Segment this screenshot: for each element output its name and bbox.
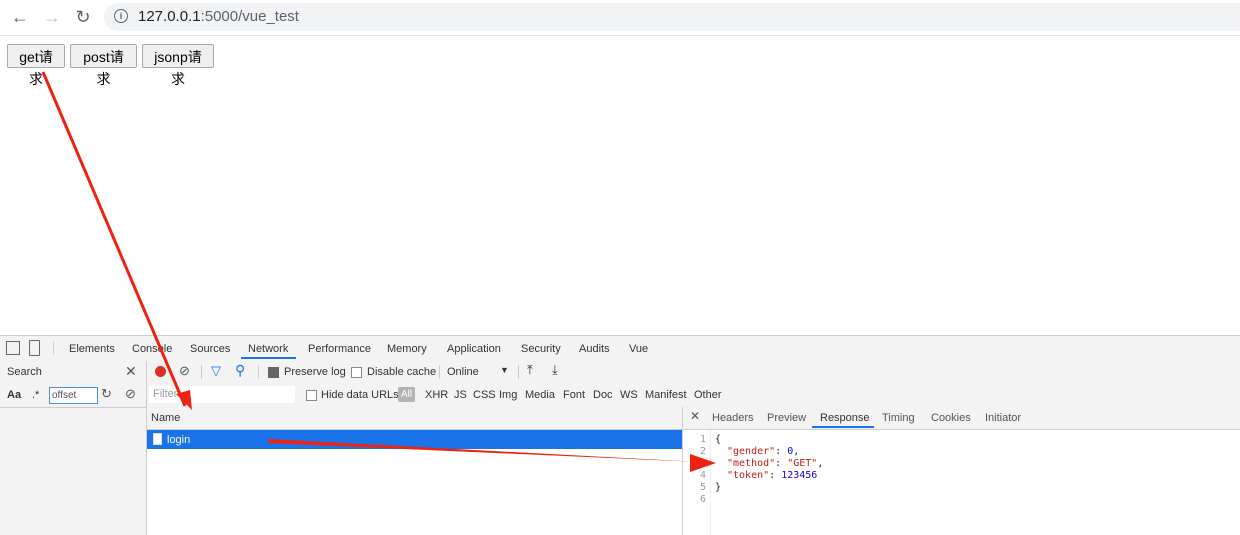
response-line-2: "gender": 0, bbox=[727, 446, 800, 457]
json-close-brace: } bbox=[715, 482, 722, 493]
tab-application[interactable]: Application bbox=[447, 343, 501, 355]
tab-network[interactable]: Network bbox=[248, 343, 288, 355]
response-line-1: { bbox=[715, 434, 721, 445]
refresh-icon[interactable]: ↻ bbox=[101, 386, 112, 402]
filter-type-xhr[interactable]: XHR bbox=[425, 389, 448, 401]
tab-console[interactable]: Console bbox=[132, 343, 172, 355]
clear-log-icon[interactable]: ⊘ bbox=[179, 363, 190, 379]
match-case-button[interactable]: Aa bbox=[7, 389, 21, 401]
request-name[interactable]: login bbox=[167, 434, 190, 446]
url-text[interactable]: 127.0.0.1:5000/vue_test bbox=[138, 8, 299, 25]
request-row[interactable] bbox=[147, 430, 682, 449]
active-tab-indicator bbox=[241, 357, 296, 359]
throttle-select[interactable]: Online bbox=[447, 366, 479, 378]
filter-type-font[interactable]: Font bbox=[563, 389, 585, 401]
json-key: "token" bbox=[727, 470, 770, 481]
json-open-brace: { bbox=[715, 434, 722, 445]
json-value: 123456 bbox=[781, 470, 818, 481]
tab-security[interactable]: Security bbox=[521, 343, 561, 355]
inspect-element-icon[interactable] bbox=[6, 341, 20, 355]
regex-button[interactable]: .* bbox=[32, 389, 39, 401]
filter-type-manifest[interactable]: Manifest bbox=[645, 389, 687, 401]
record-icon[interactable] bbox=[155, 366, 166, 377]
tab-vue[interactable]: Vue bbox=[629, 343, 648, 355]
json-value: "GET" bbox=[787, 458, 818, 469]
response-line-5: } bbox=[715, 482, 721, 493]
filter-type-css[interactable]: CSS bbox=[473, 389, 496, 401]
line-number: 3 bbox=[699, 458, 706, 469]
filter-type-ws[interactable]: WS bbox=[620, 389, 638, 401]
preserve-log-checkbox[interactable] bbox=[268, 367, 279, 378]
export-har-icon[interactable]: ⤓ bbox=[552, 362, 558, 378]
tab-performance[interactable]: Performance bbox=[308, 343, 371, 355]
tab-sources[interactable]: Sources bbox=[190, 343, 230, 355]
import-har-icon[interactable]: ⤒ bbox=[527, 362, 533, 378]
hide-data-urls-label: Hide data URLs bbox=[321, 389, 399, 401]
disable-cache-label: Disable cache bbox=[367, 366, 437, 378]
devtools-tab-strip bbox=[0, 335, 1240, 362]
tab-audits[interactable]: Audits bbox=[579, 343, 610, 355]
search-icon[interactable]: ⚲ bbox=[235, 362, 245, 379]
line-number: 4 bbox=[699, 470, 706, 481]
separator bbox=[518, 365, 519, 379]
filter-input[interactable]: Filter bbox=[149, 386, 295, 403]
filter-type-img[interactable]: Img bbox=[499, 389, 517, 401]
json-key: "method" bbox=[727, 458, 776, 469]
line-number: 5 bbox=[699, 482, 706, 493]
name-column-header[interactable]: Name bbox=[151, 412, 180, 424]
filter-type-other[interactable]: Other bbox=[694, 389, 722, 401]
tab-headers[interactable]: Headers bbox=[712, 412, 754, 424]
chevron-down-icon[interactable]: ▼ bbox=[500, 365, 509, 375]
forward-arrow-icon[interactable]: → bbox=[40, 6, 64, 28]
line-number: 1 bbox=[699, 434, 706, 445]
line-number: 6 bbox=[699, 494, 706, 505]
line-gutter bbox=[710, 430, 711, 535]
get-request-button[interactable]: get请求 bbox=[7, 44, 65, 87]
tab-timing[interactable]: Timing bbox=[882, 412, 915, 424]
active-detail-tab-indicator bbox=[812, 426, 874, 428]
separator bbox=[439, 365, 440, 379]
separator bbox=[201, 365, 202, 379]
tab-initiator[interactable]: Initiator bbox=[985, 412, 1021, 424]
disable-cache-checkbox[interactable] bbox=[351, 367, 362, 378]
url-host: 127.0.0.1 bbox=[138, 8, 201, 25]
request-list-header bbox=[147, 407, 682, 430]
close-icon[interactable]: ✕ bbox=[125, 363, 137, 380]
tab-memory[interactable]: Memory bbox=[387, 343, 427, 355]
document-icon bbox=[153, 433, 162, 445]
clear-icon[interactable]: ⊘ bbox=[125, 386, 136, 402]
reload-icon[interactable]: ↻ bbox=[71, 6, 95, 28]
tab-cookies[interactable]: Cookies bbox=[931, 412, 971, 424]
filter-type-js[interactable]: JS bbox=[454, 389, 467, 401]
line-number: 2 bbox=[699, 446, 706, 457]
filter-type-doc[interactable]: Doc bbox=[593, 389, 613, 401]
info-icon[interactable]: i bbox=[114, 9, 128, 23]
separator bbox=[53, 341, 54, 355]
json-key: "gender" bbox=[727, 446, 776, 457]
filter-type-all[interactable]: All bbox=[398, 387, 415, 402]
post-request-button[interactable]: post请求 bbox=[70, 44, 137, 87]
jsonp-request-button[interactable]: jsonp请求 bbox=[142, 44, 214, 87]
preserve-log-label: Preserve log bbox=[284, 366, 346, 378]
tab-response[interactable]: Response bbox=[820, 412, 870, 424]
hide-data-urls-checkbox[interactable] bbox=[306, 390, 317, 401]
filter-type-media[interactable]: Media bbox=[525, 389, 555, 401]
close-detail-icon[interactable]: ✕ bbox=[690, 409, 700, 423]
filter-icon[interactable]: ▽ bbox=[211, 363, 221, 379]
back-arrow-icon[interactable]: ← bbox=[8, 6, 32, 28]
separator bbox=[258, 365, 259, 379]
tab-elements[interactable]: Elements bbox=[69, 343, 115, 355]
search-title: Search bbox=[7, 366, 42, 378]
response-line-4: "token": 123456 bbox=[727, 470, 818, 481]
device-toolbar-icon[interactable] bbox=[29, 340, 40, 356]
search-input[interactable]: offset bbox=[49, 387, 98, 404]
response-line-3: "method": "GET", bbox=[727, 458, 824, 469]
url-path: :5000/vue_test bbox=[200, 8, 299, 25]
tab-preview[interactable]: Preview bbox=[767, 412, 806, 424]
